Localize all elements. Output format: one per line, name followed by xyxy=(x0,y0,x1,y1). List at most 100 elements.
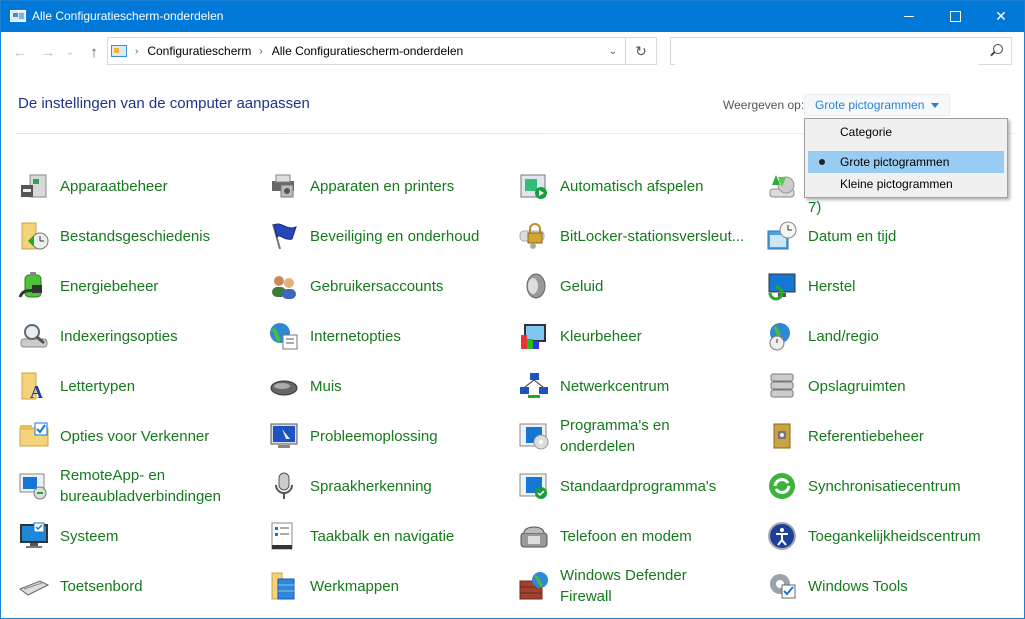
control-panel-item-label: Geluid xyxy=(560,277,604,295)
close-button[interactable]: ✕ xyxy=(978,1,1024,32)
control-panel-item-label: Taakbalk en navigatie xyxy=(310,527,455,545)
phone-modem-icon xyxy=(517,519,551,553)
control-panel-item-label: Kleurbeheer xyxy=(560,327,642,345)
mouse-icon xyxy=(267,369,301,403)
control-panel-item-label: Beveiliging en onderhoud xyxy=(310,227,480,245)
close-icon: ✕ xyxy=(995,8,1007,24)
windows-tools-icon xyxy=(765,569,799,603)
control-panel-item-label: Opslagruimten xyxy=(808,377,906,395)
view-by-label: Weergeven op: xyxy=(723,98,805,112)
arrow-left-icon: ← xyxy=(12,43,28,61)
window-title: Alle Configuratiescherm-onderdelen xyxy=(32,9,224,23)
file-history-icon xyxy=(17,219,51,253)
view-by-selected: Grote pictogrammen xyxy=(815,98,925,112)
breadcrumb-separator-icon: › xyxy=(135,45,139,57)
sound-speaker-icon xyxy=(517,269,551,303)
power-battery-icon xyxy=(17,269,51,303)
work-folders-icon xyxy=(267,569,301,603)
credential-manager-icon xyxy=(765,419,799,453)
internet-options-icon xyxy=(267,319,301,353)
menu-item-grote-pictogrammen[interactable]: Grote pictogrammen xyxy=(808,151,1004,173)
control-panel-item-label: Indexeringsopties xyxy=(60,327,178,345)
refresh-button[interactable]: ↻ xyxy=(625,38,656,64)
svg-text:A: A xyxy=(30,382,43,401)
devices-printers-icon xyxy=(267,169,301,203)
control-panel-item-label: Netwerkcentrum xyxy=(560,377,670,395)
bitlocker-lock-icon xyxy=(517,219,551,253)
caret-down-icon xyxy=(931,102,940,108)
control-panel-item-label: Windows Tools xyxy=(808,577,908,595)
control-panel-item-label: Automatisch afspelen xyxy=(560,177,704,195)
menu-item-label: Categorie xyxy=(840,125,893,139)
control-panel-item-label: Herstel xyxy=(808,277,856,295)
speech-microphone-icon xyxy=(267,469,301,503)
menu-item-label: Kleine pictogrammen xyxy=(840,177,953,191)
control-panel-item-label: Land/regio xyxy=(808,327,879,345)
control-panel-item-label: Energiebeheer xyxy=(60,277,159,295)
control-panel-window: Alle Configuratiescherm-onderdelen ✕ ← →… xyxy=(0,0,1025,619)
programs-features-icon xyxy=(517,419,551,453)
control-panel-item-label: Toegankelijkheidscentrum xyxy=(808,527,981,545)
minimize-icon xyxy=(904,16,914,17)
page-title: De instellingen van de computer aanpasse… xyxy=(18,95,310,112)
device-manager-icon xyxy=(17,169,51,203)
breadcrumb-configuratiescherm[interactable]: Configuratiescherm xyxy=(147,44,251,58)
search-icon[interactable] xyxy=(993,44,1003,54)
breadcrumb-separator-icon: › xyxy=(259,45,263,57)
up-button[interactable]: ↑ xyxy=(85,37,103,67)
default-programs-icon xyxy=(517,469,551,503)
security-maintenance-flag-icon xyxy=(267,219,301,253)
color-management-icon xyxy=(517,319,551,353)
date-time-icon xyxy=(765,219,799,253)
address-bar[interactable]: › Configuratiescherm › Alle Configuratie… xyxy=(107,37,657,65)
control-panel-item-label: Muis xyxy=(310,377,342,395)
menu-item-categorie[interactable]: Categorie xyxy=(808,121,1004,143)
maximize-button[interactable] xyxy=(932,1,978,32)
refresh-icon: ↻ xyxy=(635,42,647,59)
chevron-down-icon: ⌄ xyxy=(65,46,75,58)
control-panel-item-label: Apparaten en printers xyxy=(310,177,455,195)
control-panel-item-label: Werkmappen xyxy=(310,577,399,595)
control-panel-item-label: Referentiebeheer xyxy=(808,427,924,445)
sync-center-icon xyxy=(765,469,799,503)
control-panel-item-label: RemoteApp- en bureaubladverbindingen xyxy=(60,467,221,505)
control-panel-icon xyxy=(111,45,127,57)
menu-item-kleine-pictogrammen[interactable]: Kleine pictogrammen xyxy=(808,173,1004,195)
address-dropdown-button[interactable]: ⌄ xyxy=(600,38,626,64)
troubleshooting-icon xyxy=(267,419,301,453)
arrow-up-icon: ↑ xyxy=(90,43,98,61)
keyboard-icon xyxy=(17,569,51,603)
control-panel-item-label: Bestandsgeschiedenis xyxy=(60,227,211,245)
search-input[interactable] xyxy=(675,39,979,65)
control-panel-item-label: Standaardprogramma's xyxy=(560,477,717,495)
recent-locations-button[interactable]: ⌄ xyxy=(63,37,77,67)
remoteapp-icon xyxy=(17,469,51,503)
region-globe-icon xyxy=(765,319,799,353)
ease-of-access-icon xyxy=(765,519,799,553)
arrow-right-icon: → xyxy=(40,43,56,61)
forward-button[interactable]: → xyxy=(37,37,59,67)
control-panel-item-label: Lettertypen xyxy=(60,377,136,395)
search-box[interactable] xyxy=(670,37,1012,65)
view-by-dropdown[interactable]: Grote pictogrammen xyxy=(804,94,950,116)
control-panel-item-label: Programma's en onderdelen xyxy=(560,417,670,455)
control-panel-item-label: Gebruikersaccounts xyxy=(310,277,444,295)
backup-restore-icon xyxy=(765,169,799,203)
recovery-icon xyxy=(765,269,799,303)
control-panel-item-label: Spraakherkenning xyxy=(310,477,432,495)
control-panel-item-label: Synchronisatiecentrum xyxy=(808,477,961,495)
minimize-button[interactable] xyxy=(886,1,932,32)
back-button[interactable]: ← xyxy=(9,37,31,67)
system-monitor-icon xyxy=(17,519,51,553)
title-bar: Alle Configuratiescherm-onderdelen ✕ xyxy=(1,1,1024,32)
breadcrumb-alle-onderdelen[interactable]: Alle Configuratiescherm-onderdelen xyxy=(272,44,463,58)
view-by-menu: Categorie Grote pictogrammen Kleine pict… xyxy=(804,118,1008,198)
explorer-options-icon xyxy=(17,419,51,453)
control-panel-item-label: Opties voor Verkenner xyxy=(60,427,210,445)
chevron-down-icon: ⌄ xyxy=(608,45,618,57)
control-panel-item-label: Apparaatbeheer xyxy=(60,177,168,195)
firewall-icon xyxy=(517,569,551,603)
fonts-icon: A xyxy=(17,369,51,403)
indexing-icon xyxy=(17,319,51,353)
control-panel-item-label: Toetsenbord xyxy=(60,577,143,595)
